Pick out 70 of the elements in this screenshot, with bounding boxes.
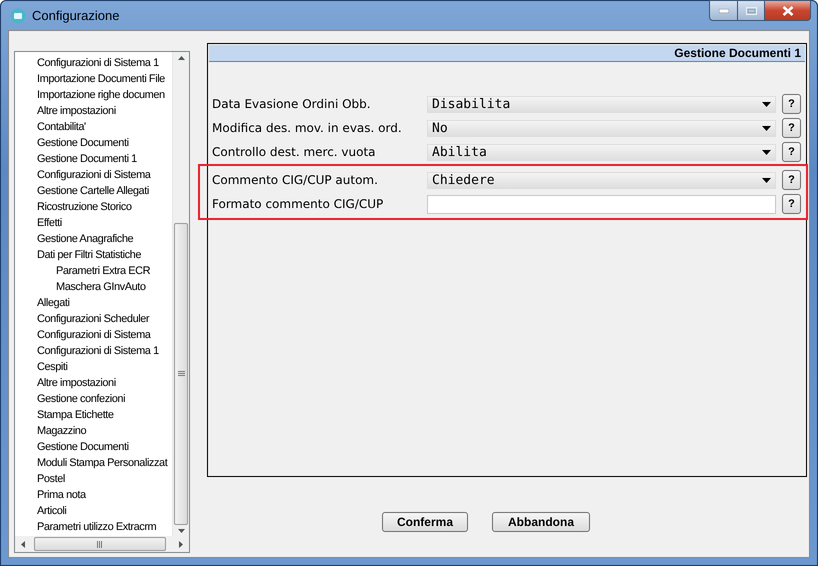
field-label: Controllo dest. merc. vuota [212, 145, 377, 159]
dialog-button[interactable]: Abbandona [492, 512, 590, 532]
help-button[interactable]: ? [782, 170, 801, 190]
dialog-button[interactable]: Conferma [382, 512, 468, 532]
field-label: Commento CIG/CUP autom. [212, 173, 379, 187]
tree-item[interactable]: Altre impostazioni [37, 103, 116, 119]
tree-item[interactable]: Gestione Documenti [37, 439, 129, 455]
tree-item[interactable]: Configurazioni Scheduler [37, 311, 150, 327]
tree-item[interactable]: Configurazioni di Sistema [37, 327, 150, 343]
scroll-down-icon[interactable] [178, 528, 184, 532]
tree-item[interactable]: Gestione Documenti 1 [37, 151, 137, 167]
minimize-button[interactable] [709, 0, 738, 21]
minimize-icon [718, 8, 728, 12]
dropdown[interactable]: Abilita [427, 144, 776, 160]
tree-item[interactable]: Importazione righe documen [37, 87, 165, 103]
close-icon [782, 6, 794, 16]
dropdown-arrow-icon [762, 150, 771, 154]
tree-item[interactable]: Postel [37, 471, 65, 487]
field-label: Formato commento CIG/CUP [212, 197, 384, 211]
field-label: Modifica des. mov. in evas. ord. [212, 121, 403, 135]
dropdown-arrow-icon [762, 126, 771, 130]
scroll-up-icon[interactable] [178, 56, 184, 60]
tree-item[interactable]: Contabilita' [37, 119, 86, 135]
help-button[interactable]: ? [782, 118, 801, 138]
tree-item[interactable]: Magazzino [37, 423, 86, 439]
maximize-button[interactable] [738, 0, 765, 21]
tree-item[interactable]: Ricostruzione Storico [37, 199, 132, 215]
tree-item[interactable]: Altre impostazioni [37, 375, 116, 391]
tree-item[interactable]: Effetti [37, 215, 62, 231]
tree-item[interactable]: Prima nota [37, 487, 86, 503]
input-field[interactable] [427, 194, 776, 214]
maximize-icon [746, 6, 756, 14]
dropdown[interactable]: Disabilita [427, 96, 776, 112]
vertical-scrollbar[interactable] [172, 52, 189, 536]
help-button[interactable]: ? [782, 194, 801, 214]
tree-item[interactable]: Importazione Documenti File [37, 71, 165, 87]
tree-item[interactable]: Configurazioni di Sistema [37, 167, 150, 183]
help-button[interactable]: ? [782, 142, 801, 162]
tree-item[interactable]: Allegati [37, 295, 70, 311]
tree-item[interactable]: Gestione confezioni [37, 391, 126, 407]
tree-item[interactable]: Maschera GInvAuto [56, 279, 146, 295]
grip-icon [97, 540, 103, 548]
tree-item[interactable]: Stampa Etichette [37, 407, 114, 423]
tree-item[interactable]: Parametri Extra ECR [56, 263, 150, 279]
field-label: Data Evasione Ordini Obb. [212, 97, 372, 111]
scrollbar-thumb[interactable] [34, 537, 166, 551]
scroll-right-icon[interactable] [179, 540, 183, 548]
horizontal-scrollbar[interactable] [15, 536, 189, 552]
grip-icon [178, 371, 184, 377]
tree-item[interactable]: Moduli Stampa Personalizzat [37, 455, 168, 471]
dropdown-arrow-icon [762, 178, 771, 182]
tree-item[interactable]: Configurazioni di Sistema 1 [37, 55, 159, 71]
tree-item[interactable]: Cespiti [37, 359, 68, 375]
tree-item[interactable]: Articoli [37, 503, 66, 519]
tree-item[interactable]: Gestione Cartelle Allegati [37, 183, 149, 199]
scrollbar-thumb[interactable] [174, 223, 188, 525]
help-button[interactable]: ? [782, 94, 801, 114]
tree-item[interactable]: Parametri utilizzo Extracrm [37, 519, 156, 535]
dropdown[interactable]: Chiedere [427, 172, 776, 188]
tree-item[interactable]: Dati per Filtri Statistiche [37, 247, 141, 263]
dropdown-arrow-icon [762, 102, 771, 106]
window-title: Configurazione [32, 8, 120, 23]
scroll-left-icon[interactable] [21, 540, 25, 548]
panel-title: Gestione Documenti 1 [674, 46, 801, 60]
app-icon [10, 8, 26, 24]
tree-item[interactable]: Gestione Anagrafiche [37, 231, 134, 247]
dropdown[interactable]: No [427, 120, 776, 136]
close-button[interactable] [765, 0, 811, 21]
tree-item[interactable]: Gestione Documenti [37, 135, 129, 151]
tree-item[interactable]: Configurazioni di Sistema 1 [37, 343, 159, 359]
